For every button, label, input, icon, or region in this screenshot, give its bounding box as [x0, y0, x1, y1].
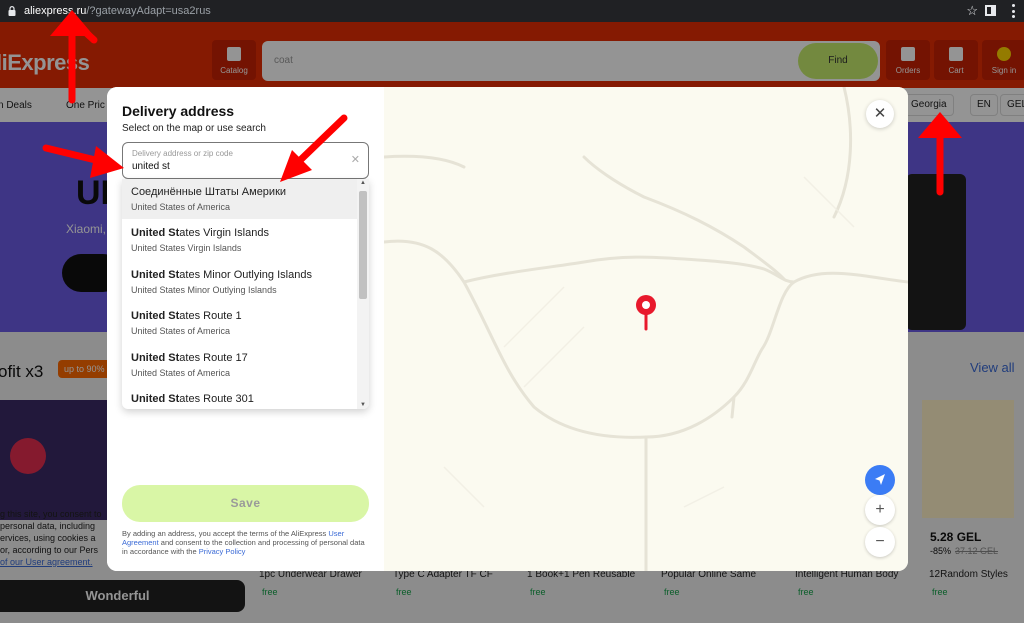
annotation-arrows: [42, 10, 962, 196]
arrow-up-region-icon: [918, 112, 962, 196]
arrow-down-left-input-icon: [280, 114, 348, 182]
arrow-right-input-icon: [42, 144, 124, 178]
arrow-up-url-icon: [50, 10, 98, 104]
